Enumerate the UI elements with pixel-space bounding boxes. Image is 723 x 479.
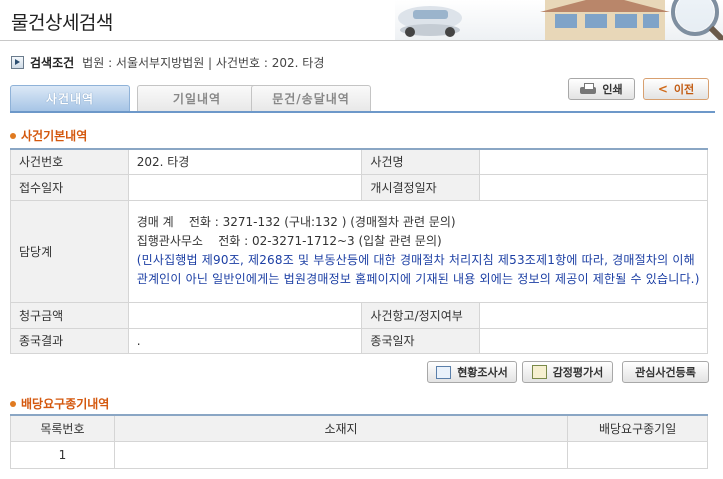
status-report-button[interactable]: 현황조사서 — [427, 361, 517, 383]
tab-documents-delivery[interactable]: 문건/송달내역 — [251, 85, 371, 111]
department-line-auction: 경매 계 전화 : 3271-132 (구내:132 ) (경매절차 관련 문의… — [136, 215, 456, 229]
section-title-dividend: 배당요구종기내역 — [10, 395, 109, 412]
department-value: 경매 계 전화 : 3271-132 (구내:132 ) (경매절차 관련 문의… — [127, 199, 709, 303]
bullet-icon — [10, 400, 16, 407]
final-date-value — [479, 327, 708, 354]
tab-hearing-dates[interactable]: 기일내역 — [137, 85, 257, 111]
page-title: 물건상세검색 — [11, 12, 113, 34]
search-condition-text: 법원 : 서울서부지방법원 | 사건번호 : 202. 타경 — [82, 55, 325, 70]
start-decision-date-label: 개시결정일자 — [361, 173, 481, 201]
receipt-date-label: 접수일자 — [10, 173, 129, 201]
column-header-list-number: 목록번호 — [10, 414, 115, 442]
section-title-basic: 사건기본내역 — [10, 127, 87, 144]
table-row: 청구금액 사건항고/정지여부 — [10, 301, 708, 329]
edit-document-icon — [531, 365, 547, 379]
list-number-cell: 1 — [10, 440, 115, 469]
back-button-label: 이전 — [673, 83, 695, 96]
appraisal-button-label: 감정평가서 — [552, 366, 604, 379]
case-basic-table: 사건번호 202. 타경 사건명 접수일자 개시결정일자 담당계 경매 계 전화… — [10, 148, 709, 354]
table-row: 종국결과 . 종국일자 — [10, 327, 708, 354]
table-row: 1 — [10, 440, 708, 469]
add-interest-button-label: 관심사건등록 — [635, 366, 696, 379]
back-button[interactable]: < 이전 — [643, 78, 709, 100]
appeal-status-label: 사건항고/정지여부 — [361, 301, 481, 329]
tab-case-details[interactable]: 사건내역 — [10, 85, 130, 111]
table-header-row: 목록번호 소재지 배당요구종기일 — [10, 414, 708, 442]
receipt-date-value — [127, 173, 363, 201]
location-cell — [113, 440, 569, 469]
appeal-status-value — [479, 301, 708, 329]
final-result-label: 종국결과 — [10, 327, 129, 354]
deadline-cell — [567, 440, 708, 469]
case-name-label: 사건명 — [361, 148, 481, 175]
department-line-bailiff: 집행관사무소 전화 : 02-3271-1712~3 (입찰 관련 문의) — [136, 234, 442, 248]
appraisal-button[interactable]: 감정평가서 — [522, 361, 613, 383]
claim-amount-label: 청구금액 — [10, 301, 129, 329]
add-interest-button[interactable]: 관심사건등록 — [622, 361, 709, 383]
bullet-icon — [10, 132, 16, 139]
table-row: 접수일자 개시결정일자 — [10, 173, 708, 201]
page-header: 물건상세검색 — [0, 0, 723, 41]
table-row: 사건번호 202. 타경 사건명 — [10, 148, 708, 175]
column-header-location: 소재지 — [113, 414, 569, 442]
final-result-value: . — [127, 327, 363, 354]
department-notice: (민사집행법 제90조, 제268조 및 부동산등에 대한 경매절차 처리지침 … — [136, 253, 700, 286]
house-car-magnifier-icon — [395, 0, 723, 40]
printer-icon — [580, 83, 597, 95]
dividend-deadline-table: 목록번호 소재지 배당요구종기일 1 — [10, 414, 708, 469]
document-icon — [436, 365, 452, 379]
column-header-deadline: 배당요구종기일 — [567, 414, 708, 442]
status-report-button-label: 현황조사서 — [457, 366, 508, 379]
print-button[interactable]: 인쇄 — [568, 78, 635, 100]
print-button-label: 인쇄 — [602, 83, 623, 96]
table-row: 담당계 경매 계 전화 : 3271-132 (구내:132 ) (경매절차 관… — [10, 199, 709, 303]
search-condition-label: 검색조건 — [30, 55, 75, 70]
case-number-label: 사건번호 — [10, 148, 129, 175]
search-condition: 검색조건 법원 : 서울서부지방법원 | 사건번호 : 202. 타경 — [11, 53, 324, 71]
arrow-right-icon — [11, 55, 24, 69]
case-number-value: 202. 타경 — [127, 148, 363, 175]
case-name-value — [479, 148, 708, 175]
claim-amount-value — [127, 301, 363, 329]
header-illustration — [395, 0, 723, 40]
start-decision-date-value — [479, 173, 708, 201]
chevron-left-icon: < — [657, 82, 668, 96]
final-date-label: 종국일자 — [361, 327, 481, 354]
department-label: 담당계 — [10, 199, 129, 303]
